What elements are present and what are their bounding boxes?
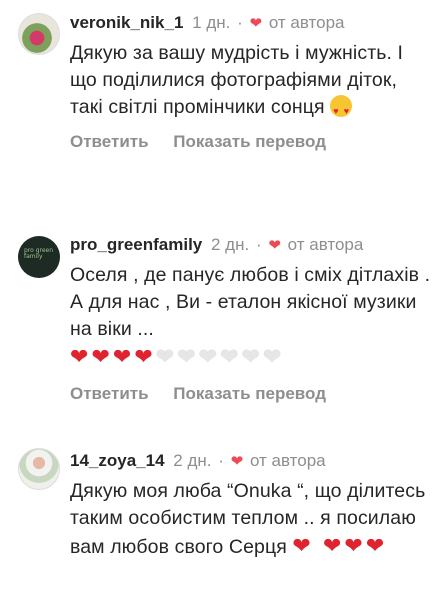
avatar-logo-text: pro green family [24, 247, 54, 260]
white-heart-icon: ❤ [220, 344, 242, 369]
white-heart-icon: ❤ [262, 344, 285, 369]
white-heart-icon: ❤ [241, 344, 263, 369]
separator-dot: · [255, 235, 262, 254]
heart-icon: ❤ [230, 453, 244, 470]
comment-text: Дякую за вашу мудрість і мужність. І що … [70, 40, 433, 125]
translate-button[interactable]: Показать перевод [173, 384, 326, 403]
comment-meta: pro_greenfamily 2 дн. · ❤ от автора [70, 234, 433, 257]
red-heart-icon: ❤ [292, 533, 314, 558]
comment-meta: veronik_nik_1 1 дн. · ❤ от автора [70, 12, 433, 35]
comment-text: Оселя , де панує любов і сміх дітлахів .… [70, 264, 431, 340]
comment-actions: Ответить Показать перевод [70, 131, 433, 153]
username[interactable]: 14_zoya_14 [70, 451, 165, 470]
separator-dot: · [218, 451, 224, 470]
heart-icon: ❤ [268, 237, 281, 254]
reply-button[interactable]: Ответить [70, 384, 149, 403]
hearts-emoji-row: ❤❤❤❤❤❤❤❤❤❤ [70, 343, 433, 371]
author-label: от автора [249, 451, 326, 470]
reply-button[interactable]: Ответить [70, 132, 149, 151]
comment-meta: 14_zoya_14 2 дн. · ❤ от автора [70, 450, 433, 473]
white-heart-icon: ❤ [155, 344, 178, 369]
heart-eyes-emoji-icon [330, 95, 353, 125]
timestamp[interactable]: 2 дн. [173, 451, 211, 470]
username[interactable]: veronik_nik_1 [70, 13, 183, 32]
timestamp[interactable]: 1 дн. [192, 13, 230, 32]
hearts-emoji-row: ❤ ❤❤❤ [292, 533, 387, 558]
red-heart-icon: ❤ [112, 344, 135, 369]
comment-text: Дякую моя люба “Onuka “, що ділитесь так… [70, 480, 426, 558]
red-heart-icon: ❤ [344, 533, 366, 558]
translate-button[interactable]: Показать перевод [173, 132, 326, 151]
red-heart-icon: ❤ [365, 533, 388, 558]
red-heart-icon: ❤ [91, 344, 113, 369]
red-heart-icon: ❤ [70, 344, 92, 369]
avatar[interactable] [18, 13, 60, 55]
avatar[interactable] [18, 448, 60, 490]
timestamp[interactable]: 2 дн. [211, 235, 249, 254]
red-heart-icon: ❤ [322, 533, 345, 558]
username[interactable]: pro_greenfamily [70, 235, 202, 254]
heart-icon: ❤ [249, 15, 263, 32]
avatar[interactable]: pro green family [18, 236, 60, 278]
author-label: от автора [268, 13, 345, 32]
separator-dot: · [237, 13, 243, 32]
white-heart-icon: ❤ [177, 344, 199, 369]
comment-actions: Ответить Показать перевод [70, 383, 433, 405]
red-heart-icon: ❤ [134, 344, 156, 369]
author-label: от автора [287, 235, 364, 254]
white-heart-icon: ❤ [198, 344, 221, 369]
